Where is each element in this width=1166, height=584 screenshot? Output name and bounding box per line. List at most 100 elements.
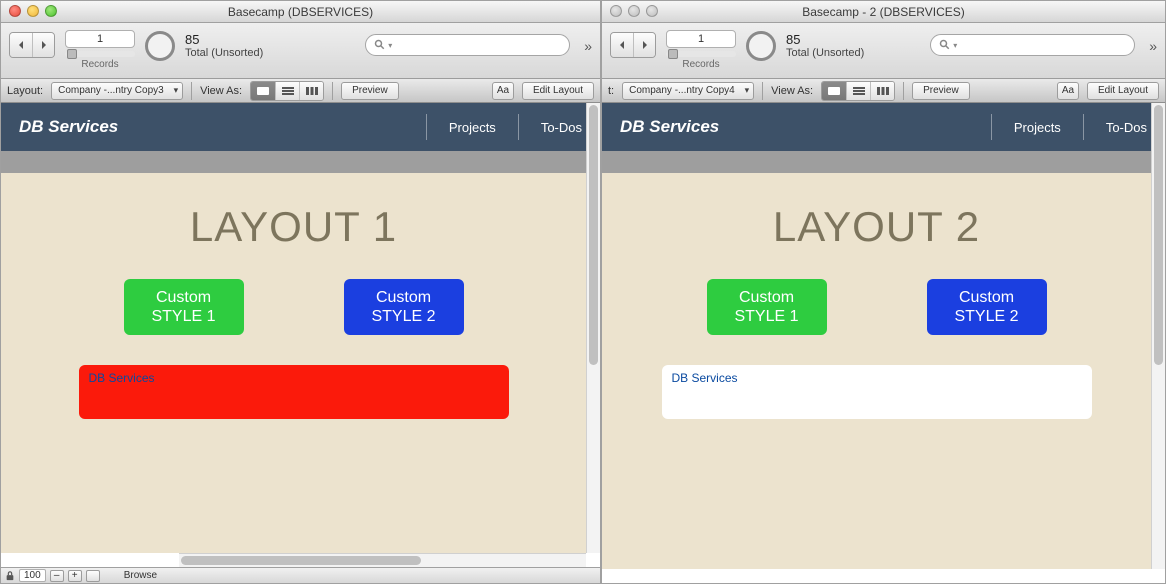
view-table-button[interactable] [870, 82, 894, 100]
sub-header-strip [1, 151, 600, 173]
vertical-scrollbar[interactable] [1151, 103, 1165, 569]
aa-icon: Aa [1062, 85, 1074, 96]
view-table-button[interactable] [299, 82, 323, 100]
found-set-pie-icon[interactable] [746, 31, 776, 61]
brand-logo: DB Services [620, 117, 719, 137]
nav-projects[interactable]: Projects [1014, 120, 1061, 135]
nav-todos[interactable]: To-Dos [1106, 120, 1147, 135]
status-toggle-button[interactable] [86, 570, 100, 582]
next-record-button[interactable] [633, 33, 655, 57]
btn-label: STYLE 2 [371, 307, 435, 326]
total-count: 85 [185, 32, 263, 47]
total-label: Total (Unsorted) [786, 47, 864, 59]
quick-find-input[interactable]: ▾ [930, 34, 1135, 56]
layout-bar: t: Company -...ntry Copy4 View As: Previ… [602, 79, 1165, 103]
btn-label: Custom [959, 288, 1014, 307]
zoom-in-button[interactable]: + [68, 570, 82, 582]
layout-bar: Layout: Company -...ntry Copy3 View As: … [1, 79, 600, 103]
layout-dropdown[interactable]: Company -...ntry Copy3 [51, 82, 183, 100]
record-count: 85 Total (Unsorted) [185, 32, 263, 59]
edit-layout-label: Edit Layout [533, 85, 583, 96]
record-number-field[interactable]: 1 [65, 30, 135, 48]
custom-style-2-button[interactable]: Custom STYLE 2 [927, 279, 1047, 335]
titlebar[interactable]: Basecamp (DBSERVICES) [1, 1, 600, 23]
view-form-button[interactable] [822, 82, 846, 100]
preview-label: Preview [923, 85, 959, 96]
edit-layout-button[interactable]: Edit Layout [1087, 82, 1159, 100]
scroll-viewport: DB Services Projects To-Dos LAYOUT 2 Cus… [602, 103, 1165, 583]
window-basecamp-2: Basecamp - 2 (DBSERVICES) 1 Records 85 T… [601, 0, 1166, 584]
minimize-icon[interactable] [27, 5, 39, 17]
layout-title: LAYOUT 1 [1, 203, 586, 251]
close-icon[interactable] [9, 5, 21, 17]
quick-find-input[interactable]: ▾ [365, 34, 570, 56]
divider [1083, 114, 1084, 140]
edit-layout-button[interactable]: Edit Layout [522, 82, 594, 100]
app-header: DB Services Projects To-Dos [1, 103, 600, 151]
page-body: LAYOUT 2 Custom STYLE 1 Custom STYLE 2 D… [602, 173, 1151, 569]
view-as-segment [821, 81, 895, 101]
chevron-down-icon: ▾ [388, 41, 392, 50]
status-bar: 100 – + Browse [1, 567, 600, 583]
layout-dropdown[interactable]: Company -...ntry Copy4 [622, 82, 754, 100]
record-slider-bar[interactable] [65, 51, 135, 57]
preview-button[interactable]: Preview [341, 82, 399, 100]
field-value: DB Services [672, 371, 738, 385]
total-label: Total (Unsorted) [185, 47, 263, 59]
prev-record-button[interactable] [10, 33, 32, 57]
custom-style-1-button[interactable]: Custom STYLE 1 [707, 279, 827, 335]
custom-style-1-button[interactable]: Custom STYLE 1 [124, 279, 244, 335]
zoom-out-button[interactable]: – [50, 570, 64, 582]
custom-style-2-button[interactable]: Custom STYLE 2 [344, 279, 464, 335]
zoom-icon[interactable] [646, 5, 658, 17]
preview-button[interactable]: Preview [912, 82, 970, 100]
btn-label: Custom [739, 288, 794, 307]
layout-dropdown-value: Company -...ntry Copy4 [629, 85, 735, 96]
layout-title: LAYOUT 2 [602, 203, 1151, 251]
field-value: DB Services [89, 371, 155, 385]
close-icon[interactable] [610, 5, 622, 17]
horizontal-scrollbar[interactable] [179, 553, 586, 567]
slider-thumb-icon[interactable] [67, 49, 77, 59]
scrollbar-thumb[interactable] [1154, 105, 1163, 365]
record-number-field[interactable]: 1 [666, 30, 736, 48]
found-set-pie-icon[interactable] [145, 31, 175, 61]
slider-thumb-icon[interactable] [668, 49, 678, 59]
record-nav [9, 32, 55, 58]
divider [191, 82, 192, 100]
layout-label: t: [608, 85, 614, 97]
traffic-lights [610, 5, 658, 17]
minimize-icon[interactable] [628, 5, 640, 17]
divider [762, 82, 763, 100]
company-field[interactable]: DB Services [79, 365, 509, 419]
lock-icon[interactable] [5, 571, 15, 581]
zoom-level[interactable]: 100 [19, 569, 46, 582]
record-slider: 1 Records [65, 30, 135, 70]
app-header: DB Services Projects To-Dos [602, 103, 1165, 151]
titlebar[interactable]: Basecamp - 2 (DBSERVICES) [602, 1, 1165, 23]
record-slider-bar[interactable] [666, 51, 736, 57]
view-form-button[interactable] [251, 82, 275, 100]
nav-todos[interactable]: To-Dos [541, 120, 582, 135]
btn-label: STYLE 2 [954, 307, 1018, 326]
scrollbar-thumb[interactable] [181, 556, 421, 565]
toolbar-overflow-icon[interactable]: » [584, 38, 592, 54]
view-list-button[interactable] [275, 82, 299, 100]
mode-label: Browse [124, 570, 157, 581]
formatting-button[interactable]: Aa [492, 82, 514, 100]
formatting-button[interactable]: Aa [1057, 82, 1079, 100]
company-field[interactable]: DB Services [662, 365, 1092, 419]
next-record-button[interactable] [32, 33, 54, 57]
prev-record-button[interactable] [611, 33, 633, 57]
sub-header-strip [602, 151, 1165, 173]
toolbar-overflow-icon[interactable]: » [1149, 38, 1157, 54]
view-list-button[interactable] [846, 82, 870, 100]
nav-projects[interactable]: Projects [449, 120, 496, 135]
zoom-icon[interactable] [45, 5, 57, 17]
scrollbar-thumb[interactable] [589, 105, 598, 365]
vertical-scrollbar[interactable] [586, 103, 600, 553]
btn-label: Custom [376, 288, 431, 307]
nav-links: Projects To-Dos [991, 114, 1147, 140]
scroll-viewport: DB Services Projects To-Dos LAYOUT 1 Cus… [1, 103, 600, 567]
toolbar: 1 Records 85 Total (Unsorted) ▾ » [1, 23, 600, 79]
